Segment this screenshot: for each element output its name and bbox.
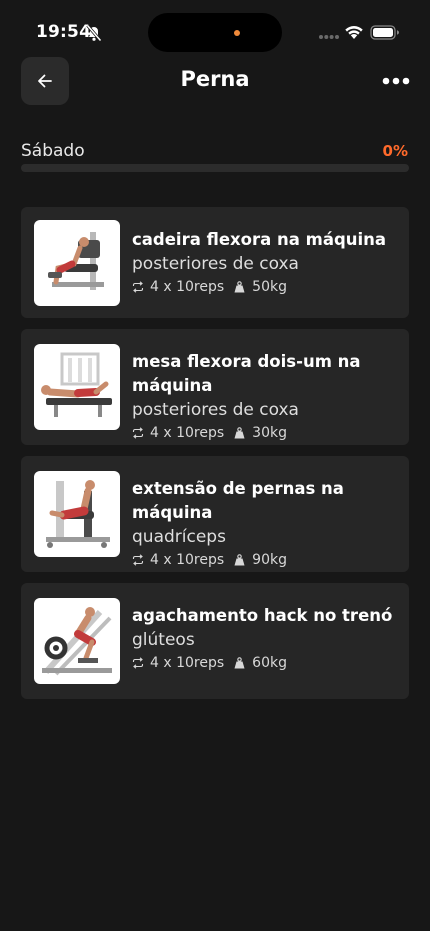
- exercise-weight: 50kg: [252, 279, 287, 295]
- recording-indicator: [234, 30, 240, 36]
- exercise-sets: 4 x 10reps: [150, 552, 225, 568]
- exercise-name: extensão de pernas na máquina: [132, 479, 344, 522]
- exercise-meta: 4 x 10reps 30kg: [132, 423, 397, 443]
- exercise-info: mesa flexora dois-um na máquina posterio…: [132, 350, 397, 443]
- day-label: Sábado: [21, 141, 85, 161]
- exercise-card[interactable]: agachamento hack no trenó glúteos 4 x 10…: [21, 583, 409, 699]
- exercise-image: [34, 220, 120, 306]
- weight-icon: [234, 281, 245, 293]
- exercise-meta: 4 x 10reps 50kg: [132, 277, 397, 297]
- exercise-name: agachamento hack no trenó: [132, 606, 393, 625]
- dynamic-island: [148, 13, 282, 52]
- exercise-sets: 4 x 10reps: [150, 425, 225, 441]
- status-bar: 19:54: [0, 0, 430, 62]
- exercise-muscle: quadríceps: [132, 527, 226, 547]
- repeat-icon: [132, 427, 144, 439]
- page-title: Perna: [180, 67, 250, 91]
- weight-icon: [234, 427, 245, 439]
- exercise-weight: 90kg: [252, 552, 287, 568]
- exercise-meta: 4 x 10reps 90kg: [132, 550, 397, 570]
- exercise-name: mesa flexora dois-um na máquina: [132, 352, 361, 395]
- exercise-image: [34, 344, 120, 430]
- more-options-button[interactable]: [378, 66, 414, 96]
- progress-percent: 0%: [382, 142, 408, 160]
- exercise-weight: 30kg: [252, 425, 287, 441]
- bell-slash-icon: [86, 24, 102, 42]
- exercise-image: [34, 471, 120, 557]
- exercise-sets: 4 x 10reps: [150, 655, 225, 671]
- repeat-icon: [132, 554, 144, 566]
- exercise-card[interactable]: cadeira flexora na máquina posteriores d…: [21, 207, 409, 318]
- exercise-image: [34, 598, 120, 684]
- battery-icon: [370, 25, 399, 40]
- status-time: 19:54: [36, 22, 92, 42]
- repeat-icon: [132, 281, 144, 293]
- exercise-card[interactable]: extensão de pernas na máquina quadríceps…: [21, 456, 409, 572]
- exercise-info: extensão de pernas na máquina quadríceps…: [132, 477, 397, 570]
- cellular-signal-icon: [319, 35, 339, 39]
- exercise-info: cadeira flexora na máquina posteriores d…: [132, 228, 397, 297]
- repeat-icon: [132, 657, 144, 669]
- progress-bar: [21, 164, 409, 172]
- more-horizontal-icon: [382, 77, 410, 85]
- exercise-muscle: posteriores de coxa: [132, 400, 299, 420]
- weight-icon: [234, 657, 245, 669]
- exercise-weight: 60kg: [252, 655, 287, 671]
- exercise-sets: 4 x 10reps: [150, 279, 225, 295]
- wifi-icon: [345, 26, 363, 39]
- exercise-info: agachamento hack no trenó glúteos 4 x 10…: [132, 604, 397, 673]
- weight-icon: [234, 554, 245, 566]
- exercise-meta: 4 x 10reps 60kg: [132, 653, 397, 673]
- exercise-name: cadeira flexora na máquina: [132, 230, 387, 249]
- exercise-muscle: posteriores de coxa: [132, 254, 299, 274]
- exercise-muscle: glúteos: [132, 630, 195, 650]
- exercise-card[interactable]: mesa flexora dois-um na máquina posterio…: [21, 329, 409, 445]
